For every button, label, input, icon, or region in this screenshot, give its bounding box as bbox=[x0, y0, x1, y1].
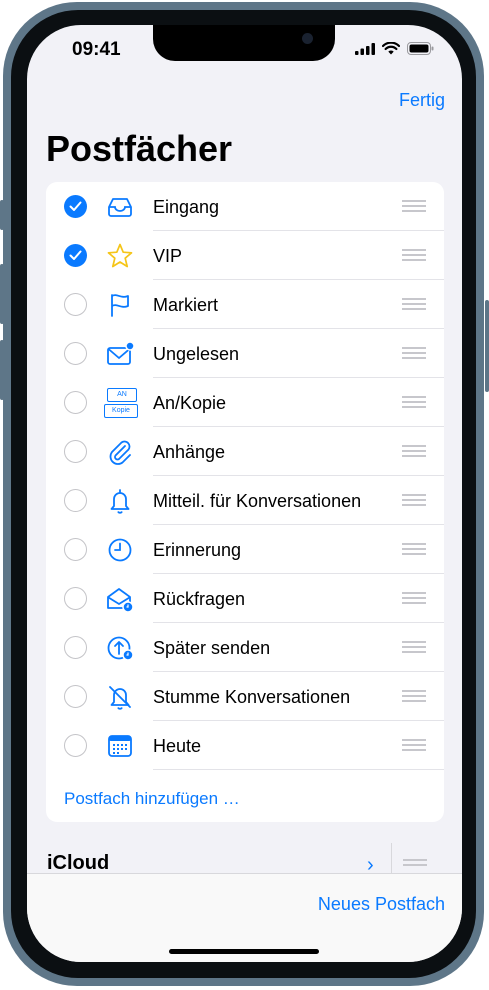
bell-slash-icon bbox=[106, 683, 134, 711]
mailbox-label: Ungelesen bbox=[153, 344, 240, 364]
checkbox-checked[interactable] bbox=[64, 244, 87, 267]
bell-icon bbox=[106, 487, 134, 515]
row-divider bbox=[153, 769, 444, 770]
checkbox-unchecked[interactable] bbox=[64, 489, 87, 512]
checkbox-unchecked[interactable] bbox=[64, 538, 87, 561]
mailbox-label: Später senden bbox=[153, 638, 271, 658]
reorder-handle[interactable] bbox=[402, 739, 426, 751]
mailbox-row-erinnerung: Erinnerung bbox=[46, 525, 444, 574]
mailbox-row-eingang: Eingang bbox=[46, 182, 444, 231]
mailbox-row-spaeter-senden: Später senden bbox=[46, 623, 444, 672]
battery-icon bbox=[407, 42, 434, 55]
checkbox-unchecked[interactable] bbox=[64, 391, 87, 414]
mailbox-label: An/Kopie bbox=[153, 393, 227, 413]
to-cc-icon: AN Kopie bbox=[104, 386, 138, 420]
home-indicator bbox=[169, 949, 319, 954]
account-header-icloud[interactable]: iCloud bbox=[47, 852, 109, 875]
done-button[interactable]: Fertig bbox=[399, 90, 445, 111]
checkbox-unchecked[interactable] bbox=[64, 293, 87, 316]
inbox-tray-icon bbox=[106, 193, 134, 221]
volume-down-button bbox=[0, 340, 4, 400]
mailbox-row-mitteilungen: Mitteil. für Konversationen bbox=[46, 476, 444, 525]
mailbox-row-an-kopie: AN Kopie An/Kopie bbox=[46, 378, 444, 427]
notch bbox=[153, 25, 335, 61]
checkmark-icon bbox=[69, 201, 82, 211]
new-mailbox-button[interactable]: Neues Postfach bbox=[318, 894, 445, 915]
checkbox-unchecked[interactable] bbox=[64, 440, 87, 463]
divider bbox=[391, 843, 392, 875]
paperclip-icon bbox=[106, 438, 134, 466]
follow-up-envelope-icon bbox=[106, 585, 134, 613]
mailbox-list: Eingang VIP Markiert Ungelesen AN Kopie … bbox=[46, 182, 444, 822]
cc-tag: Kopie bbox=[104, 404, 138, 418]
star-icon bbox=[106, 242, 134, 270]
mailbox-row-anhaenge: Anhänge bbox=[46, 427, 444, 476]
mailbox-label: Markiert bbox=[153, 295, 219, 315]
reorder-handle[interactable] bbox=[402, 200, 426, 212]
screen: 09:41 Fertig Postfächer Eingang VIP Mark… bbox=[27, 25, 462, 962]
reorder-handle[interactable] bbox=[402, 494, 426, 506]
mailbox-label: Anhänge bbox=[153, 442, 226, 462]
checkmark-icon bbox=[69, 250, 82, 260]
reorder-handle[interactable] bbox=[402, 298, 426, 310]
add-mailbox-link[interactable]: Postfach hinzufügen … bbox=[64, 789, 240, 809]
status-time: 09:41 bbox=[72, 39, 121, 60]
mailbox-label: Rückfragen bbox=[153, 589, 246, 609]
mailbox-row-heute: Heute bbox=[46, 721, 444, 770]
volume-up-button bbox=[0, 264, 4, 324]
flag-icon bbox=[106, 291, 134, 319]
reorder-handle[interactable] bbox=[402, 445, 426, 457]
wifi-icon bbox=[382, 42, 400, 55]
bottom-toolbar: Neues Postfach bbox=[27, 873, 462, 962]
reorder-handle[interactable] bbox=[402, 543, 426, 555]
clock-icon bbox=[106, 536, 134, 564]
reorder-handle[interactable] bbox=[402, 641, 426, 653]
mailbox-row-rueckfragen: Rückfragen bbox=[46, 574, 444, 623]
reorder-handle[interactable] bbox=[402, 347, 426, 359]
unread-envelope-icon bbox=[106, 340, 135, 368]
mailbox-label: Mitteil. für Konversationen bbox=[153, 491, 362, 511]
action-button bbox=[0, 200, 4, 230]
checkbox-checked[interactable] bbox=[64, 195, 87, 218]
reorder-handle[interactable] bbox=[402, 690, 426, 702]
mailbox-label: Eingang bbox=[153, 197, 220, 217]
to-tag: AN bbox=[107, 388, 137, 402]
mailbox-row-ungelesen: Ungelesen bbox=[46, 329, 444, 378]
reorder-handle[interactable] bbox=[402, 396, 426, 408]
mailbox-label: VIP bbox=[153, 246, 183, 266]
calendar-icon bbox=[106, 732, 134, 760]
checkbox-unchecked[interactable] bbox=[64, 685, 87, 708]
checkbox-unchecked[interactable] bbox=[64, 636, 87, 659]
front-camera bbox=[302, 33, 313, 44]
mailbox-label: Erinnerung bbox=[153, 540, 242, 560]
mailbox-row-markiert: Markiert bbox=[46, 280, 444, 329]
send-later-icon bbox=[106, 634, 134, 662]
mailbox-label: Heute bbox=[153, 736, 202, 756]
reorder-handle[interactable] bbox=[402, 249, 426, 261]
page-title: Postfächer bbox=[46, 128, 233, 169]
checkbox-unchecked[interactable] bbox=[64, 734, 87, 757]
reorder-handle[interactable] bbox=[403, 859, 427, 869]
power-button bbox=[485, 300, 489, 392]
reorder-handle[interactable] bbox=[402, 592, 426, 604]
mailbox-label: Stumme Konversationen bbox=[153, 687, 351, 707]
checkbox-unchecked[interactable] bbox=[64, 342, 87, 365]
mailbox-row-stumme: Stumme Konversationen bbox=[46, 672, 444, 721]
status-icons bbox=[355, 42, 434, 55]
mailbox-row-vip: VIP bbox=[46, 231, 444, 280]
cellular-signal-icon bbox=[355, 42, 375, 55]
checkbox-unchecked[interactable] bbox=[64, 587, 87, 610]
